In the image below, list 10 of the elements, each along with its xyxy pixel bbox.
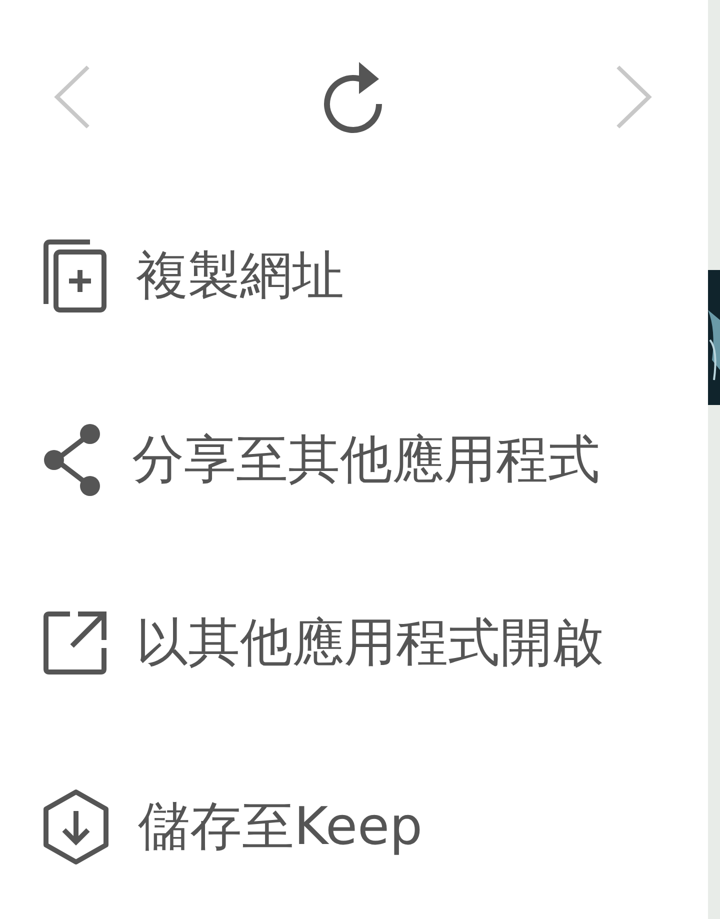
forward-icon	[614, 64, 654, 130]
download-icon	[42, 789, 110, 866]
menu-item[interactable]: 儲存至Keep	[138, 792, 423, 862]
copy-icon	[42, 238, 108, 314]
reload-icon	[321, 60, 385, 134]
menu-item[interactable]: 分享至其他應用程式	[132, 424, 600, 495]
menu-item[interactable]: 以其他應用程式開啟	[136, 608, 604, 678]
back-icon	[52, 64, 92, 130]
menu-item[interactable]: 複製網址	[136, 240, 344, 311]
external-link-icon	[42, 610, 108, 676]
